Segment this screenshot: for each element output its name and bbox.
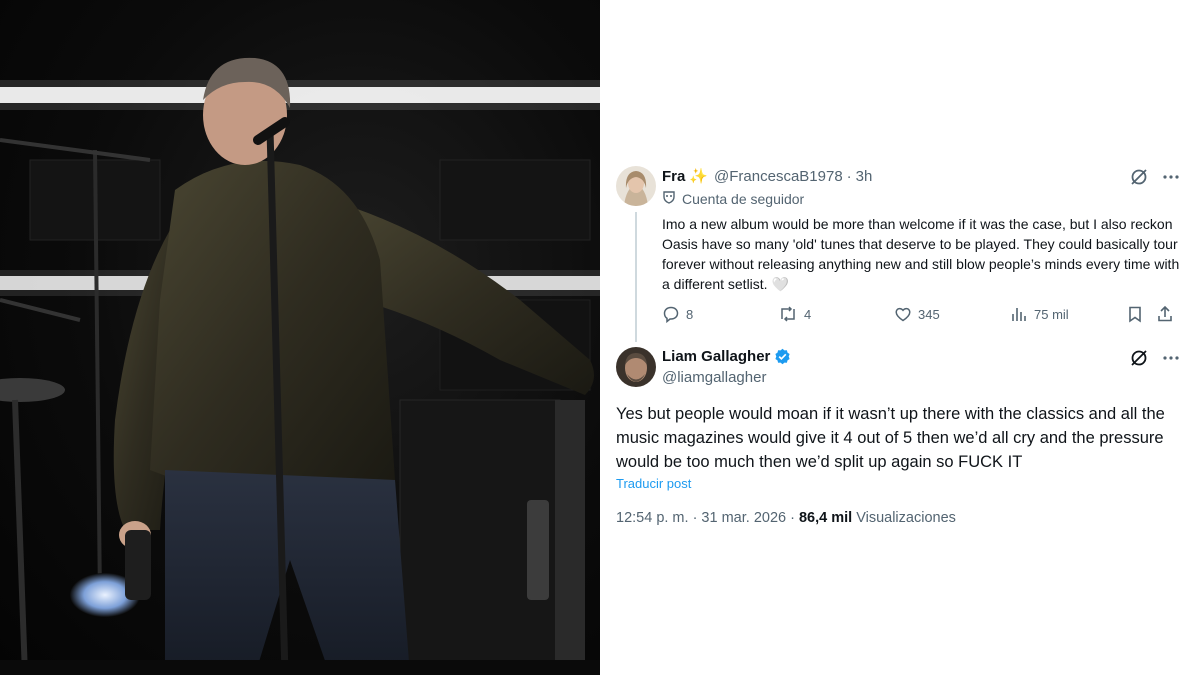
reply-separator: · bbox=[846, 167, 852, 185]
reply-display-name[interactable]: Fra bbox=[662, 168, 685, 185]
more-icon[interactable] bbox=[1162, 168, 1180, 186]
share-button[interactable] bbox=[1156, 305, 1174, 323]
more-icon[interactable] bbox=[1162, 349, 1180, 367]
post-handle-row: @liamgallagher bbox=[662, 369, 766, 386]
post-avatar-image bbox=[616, 347, 656, 387]
post-avatar[interactable] bbox=[616, 347, 656, 387]
bookmark-button[interactable] bbox=[1126, 305, 1144, 323]
grok-icon[interactable] bbox=[1130, 349, 1148, 367]
post-header: Liam Gallagher bbox=[662, 348, 791, 365]
reply-time[interactable]: 3h bbox=[856, 168, 873, 185]
reply-icon bbox=[663, 306, 679, 323]
like-count: 345 bbox=[918, 306, 940, 322]
reply-action-bar: 8 4 345 75 mil bbox=[662, 305, 1182, 325]
post-views-count: 86,4 mil bbox=[798, 510, 853, 526]
views-count: 75 mil bbox=[1034, 306, 1069, 322]
reply-header: Fra ✨ @FrancescaB1978 · 3h bbox=[662, 167, 873, 186]
reply-avatar-image bbox=[616, 166, 656, 206]
grok-icon[interactable] bbox=[1130, 168, 1148, 186]
repost-icon bbox=[781, 306, 795, 322]
share-icon bbox=[1158, 305, 1172, 322]
like-icon bbox=[895, 307, 911, 322]
translate-post-link[interactable]: Traducir post bbox=[616, 476, 691, 491]
follower-account-row: Cuenta de seguidor bbox=[662, 190, 804, 207]
repost-count: 4 bbox=[804, 306, 812, 322]
tweet-panel: Fra ✨ @FrancescaB1978 · 3h Cuenta de seg… bbox=[600, 0, 1200, 675]
post-timestamp[interactable]: 12:54 p. m. · 31 mar. 2026 · bbox=[616, 510, 795, 526]
reply-text: Imo a new album would be more than welco… bbox=[662, 216, 1180, 292]
concert-photo-illustration bbox=[0, 57, 600, 675]
thread-connector bbox=[635, 212, 637, 342]
views-button[interactable]: 75 mil bbox=[1010, 305, 1069, 323]
post-text: Yes but people would moan if it wasn’t u… bbox=[616, 405, 1165, 471]
reply-handle[interactable]: @FrancescaB1978 bbox=[714, 168, 843, 185]
sparkles-emoji: ✨ bbox=[689, 168, 709, 185]
like-button[interactable]: 345 bbox=[894, 305, 940, 323]
verified-badge-icon bbox=[774, 348, 791, 365]
views-icon bbox=[1012, 308, 1026, 321]
repost-button[interactable]: 4 bbox=[778, 305, 811, 323]
post-top-actions bbox=[1130, 349, 1180, 367]
post-views-label: Visualizaciones bbox=[856, 510, 956, 526]
follower-label: Cuenta de seguidor bbox=[682, 190, 805, 207]
follower-badge-icon bbox=[662, 190, 676, 207]
post-display-name[interactable]: Liam Gallagher bbox=[662, 348, 770, 365]
reply-button[interactable]: 8 bbox=[662, 305, 693, 323]
post-meta: 12:54 p. m. · 31 mar. 2026 · 86,4 mil Vi… bbox=[616, 510, 956, 526]
post-handle[interactable]: @liamgallagher bbox=[662, 369, 766, 386]
concert-photo bbox=[0, 0, 600, 675]
reply-top-actions bbox=[1130, 168, 1180, 186]
reply-count: 8 bbox=[686, 306, 694, 322]
bookmark-icon bbox=[1129, 306, 1141, 323]
reply-avatar[interactable] bbox=[616, 166, 656, 206]
